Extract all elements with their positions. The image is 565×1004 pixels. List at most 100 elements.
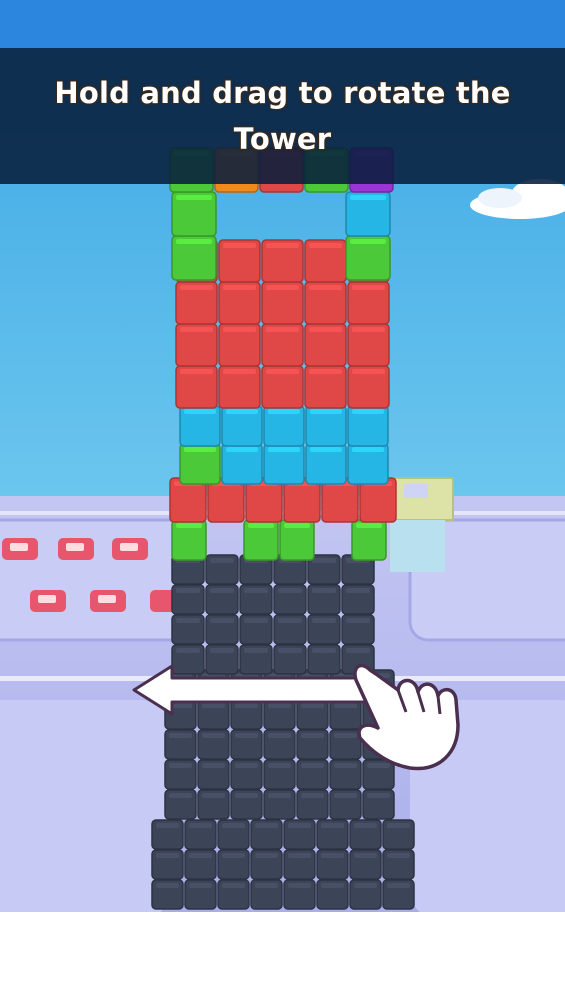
blue-block: [305, 443, 347, 485]
base-block: [263, 789, 296, 820]
base-block: [205, 584, 239, 615]
base-block: [151, 819, 184, 850]
red-block: [261, 239, 304, 283]
red-block: [304, 323, 347, 367]
red-block: [347, 365, 390, 409]
base-block: [171, 584, 205, 615]
base-block: [283, 849, 316, 880]
base-block: [205, 554, 239, 585]
base-block: [230, 729, 263, 760]
red-block: [218, 239, 261, 283]
base-block: [349, 819, 382, 850]
base-block: [250, 849, 283, 880]
blue-block: [179, 405, 221, 447]
base-block: [164, 759, 197, 790]
base-block: [197, 789, 230, 820]
base-block: [184, 819, 217, 850]
base-block: [263, 699, 296, 730]
base-block: [307, 584, 341, 615]
base-block: [230, 699, 263, 730]
base-block: [250, 819, 283, 850]
base-block: [205, 614, 239, 645]
base-block: [349, 879, 382, 910]
base-block: [263, 729, 296, 760]
base-block: [362, 729, 395, 760]
red-block: [218, 281, 261, 325]
base-block: [197, 759, 230, 790]
red-block: [347, 281, 390, 325]
base-block: [239, 644, 273, 675]
base-block: [230, 789, 263, 820]
blue-block: [263, 443, 305, 485]
block-tower[interactable]: [151, 147, 415, 910]
hint-banner: Hold and drag to rotate the Tower: [0, 48, 565, 184]
base-block: [316, 879, 349, 910]
base-block: [349, 849, 382, 880]
red-block: [304, 281, 347, 325]
green-block: [171, 519, 207, 561]
base-block: [217, 819, 250, 850]
bottom-bar: [0, 912, 565, 1004]
blue-block: [263, 405, 305, 447]
blue-block: [347, 405, 389, 447]
base-block: [164, 789, 197, 820]
base-block: [197, 729, 230, 760]
base-block: [283, 879, 316, 910]
base-block: [151, 849, 184, 880]
red-block: [261, 281, 304, 325]
red-block: [218, 365, 261, 409]
base-block: [273, 644, 307, 675]
blue-block: [305, 405, 347, 447]
top-band: [0, 0, 565, 48]
blue-block: [347, 443, 389, 485]
red-block: [218, 323, 261, 367]
base-block: [283, 819, 316, 850]
base-block: [273, 584, 307, 615]
base-block: [217, 849, 250, 880]
base-block: [329, 789, 362, 820]
base-block: [341, 614, 375, 645]
red-block: [175, 365, 218, 409]
red-block: [304, 239, 347, 283]
base-block: [239, 614, 273, 645]
green-block: [351, 519, 387, 561]
base-block: [362, 789, 395, 820]
base-block: [362, 759, 395, 790]
base-block: [296, 759, 329, 790]
base-block: [239, 584, 273, 615]
base-block: [307, 644, 341, 675]
base-block: [171, 644, 205, 675]
blue-block: [221, 405, 263, 447]
green-block: [171, 191, 217, 237]
base-block: [382, 819, 415, 850]
base-block: [273, 614, 307, 645]
base-block: [184, 879, 217, 910]
base-block: [184, 849, 217, 880]
base-block: [296, 789, 329, 820]
base-block: [329, 729, 362, 760]
base-block: [362, 699, 395, 730]
green-block: [279, 519, 315, 561]
blue-block: [221, 443, 263, 485]
base-block: [217, 879, 250, 910]
base-block: [151, 879, 184, 910]
red-block: [347, 323, 390, 367]
green-block: [243, 519, 279, 561]
base-block: [205, 644, 239, 675]
base-block: [316, 849, 349, 880]
base-block: [263, 759, 296, 790]
hint-text: Hold and drag to rotate the Tower: [54, 76, 511, 156]
base-block: [329, 759, 362, 790]
base-block: [329, 699, 362, 730]
base-block: [296, 729, 329, 760]
base-block: [382, 879, 415, 910]
base-block: [307, 614, 341, 645]
red-block: [175, 323, 218, 367]
red-block: [175, 281, 218, 325]
red-block: [304, 365, 347, 409]
base-block: [296, 699, 329, 730]
base-block: [164, 699, 197, 730]
base-block: [316, 819, 349, 850]
blue-block: [345, 191, 391, 237]
base-block: [230, 759, 263, 790]
